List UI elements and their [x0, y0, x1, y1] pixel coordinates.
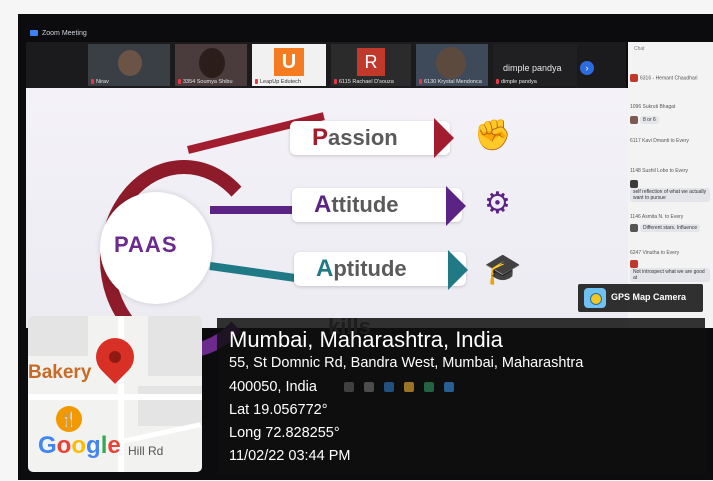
- chat-header: Chat: [634, 46, 645, 52]
- gps-app-name: GPS Map Camera: [611, 292, 687, 302]
- address-line-2: 400050, India: [229, 379, 317, 395]
- chat-message: Different stars. Influence: [630, 224, 710, 233]
- zoom-title-bar: Zoom Meeting: [26, 27, 626, 41]
- map-road: [28, 394, 202, 400]
- participant-video: [199, 48, 225, 78]
- avatar: [630, 224, 638, 232]
- participant-video: [118, 50, 142, 76]
- avatar: [630, 116, 638, 124]
- participant-name: dimple pandya: [501, 79, 537, 85]
- map-street-label: Hill Rd: [128, 444, 164, 458]
- slide-item-aptitude: Aptitude: [294, 252, 466, 286]
- restaurant-icon: 🍴: [56, 406, 82, 432]
- zoom-taskbar-icon: [444, 382, 454, 392]
- window-title: Zoom Meeting: [42, 30, 87, 37]
- item-initial: A: [314, 191, 332, 218]
- map-thumbnail: Bakery 🍴 Google Hill Rd: [28, 316, 202, 472]
- longitude: Long 72.828255°: [229, 425, 340, 441]
- chat-message: 1146 Asmita N. to Every: [630, 214, 684, 220]
- item-rest: assion: [328, 125, 398, 150]
- leapup-logo-icon: U: [274, 48, 304, 76]
- mic-muted-icon: [91, 79, 94, 85]
- slide-item-attitude: Attitude: [292, 188, 462, 222]
- folder-icon: [404, 382, 414, 392]
- chevron-right-icon: [448, 250, 468, 290]
- chevron-right-icon: [446, 186, 466, 226]
- participant-name: 3354 Soumya Shibu: [183, 79, 233, 85]
- item-initial: A: [316, 255, 334, 282]
- chevron-right-icon: [434, 118, 454, 158]
- chat-message: 1096 Sukruti Bhagat: [630, 104, 676, 110]
- chat-message: 6117 Kavi Dmanti to Every: [630, 138, 689, 144]
- item-rest: ttitude: [331, 192, 399, 217]
- avatar: [630, 180, 638, 188]
- participant-tile[interactable]: Nirav: [88, 44, 170, 86]
- address-line-1: 55, St Domnic Rd, Bandra West, Mumbai, M…: [229, 355, 584, 371]
- raised-fist-icon: ✊: [474, 119, 512, 152]
- chat-message: 6247 Vinutha to Every: [630, 250, 680, 256]
- chat-message: self reflection of what we actually want…: [630, 180, 710, 202]
- mic-muted-icon: [419, 79, 422, 85]
- gps-map-camera-badge: GPS Map Camera: [578, 284, 703, 312]
- task-view-icon: [364, 382, 374, 392]
- next-page-button[interactable]: ›: [580, 61, 594, 75]
- avatar: [630, 74, 638, 82]
- mic-muted-icon: [255, 79, 258, 85]
- chat-message: 8 or 6: [630, 116, 710, 125]
- photo-frame: Zoom Meeting Nirav 3354 Soumya Shibu U L…: [0, 0, 713, 481]
- participant-video: [436, 47, 466, 79]
- participant-tile[interactable]: U LeapUp Edutech: [252, 44, 326, 86]
- location-title: Mumbai, Maharashtra, India: [229, 327, 503, 352]
- chat-message: 1148 Sushil Lobo to Every: [630, 168, 689, 174]
- slide-item-passion: Passion: [290, 121, 450, 155]
- edge-icon: [384, 382, 394, 392]
- store-icon: [424, 382, 434, 392]
- participant-name: LeapUp Edutech: [260, 79, 301, 85]
- participant-name: 6130 Krystal Mendonca: [424, 79, 482, 85]
- gps-camera-logo-icon: [584, 288, 606, 308]
- featured-participant-name: dimple pandya: [503, 63, 562, 73]
- participant-name: Nirav: [96, 79, 109, 85]
- date-time: 11/02/22 03:44 PM: [229, 448, 351, 464]
- mic-muted-icon: [334, 79, 337, 85]
- search-icon: [344, 382, 354, 392]
- zoom-icon: [30, 30, 38, 37]
- location-pin-icon: [88, 330, 142, 384]
- paas-center-label: PAAS: [114, 232, 178, 257]
- avatar: [630, 260, 638, 268]
- chat-message: 6316 - Hemant Chaudhari: [630, 74, 710, 82]
- participant-tile[interactable]: 6130 Krystal Mendonca: [416, 44, 488, 86]
- latitude: Lat 19.056772°: [229, 402, 328, 418]
- participant-tile[interactable]: R 6115 Rachael D'souza: [331, 44, 411, 86]
- participant-name: 6115 Rachael D'souza: [339, 79, 394, 85]
- taskbar: [330, 378, 550, 396]
- mic-muted-icon: [178, 79, 181, 85]
- chat-message: Not introspect what we are good at: [630, 260, 710, 282]
- item-rest: ptitude: [333, 256, 407, 281]
- participant-avatar: R: [357, 48, 385, 76]
- google-logo: Google: [38, 432, 121, 459]
- head-gears-icon: ⚙: [484, 187, 511, 220]
- map-poi-label: Bakery: [28, 362, 92, 383]
- graduation-cap-icon: 🎓: [484, 253, 522, 286]
- mic-muted-icon: [496, 79, 499, 85]
- item-initial: P: [312, 124, 329, 151]
- participant-tile[interactable]: 3354 Soumya Shibu: [175, 44, 247, 86]
